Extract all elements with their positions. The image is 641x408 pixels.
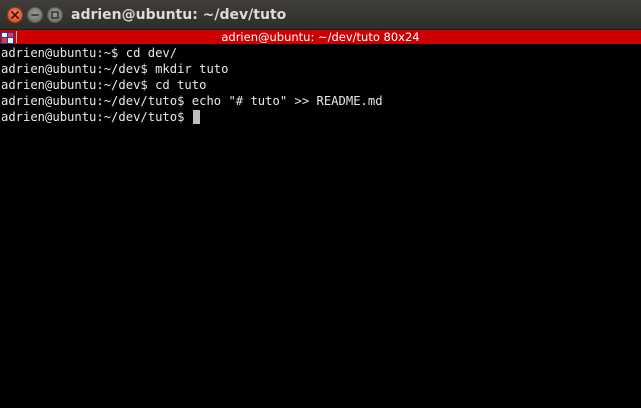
window-title: adrien@ubuntu: ~/dev/tuto	[71, 7, 287, 23]
terminal-prompt-line[interactable]: adrien@ubuntu:~/dev/tuto$	[1, 109, 640, 125]
minimize-button[interactable]	[27, 7, 43, 23]
terminal-line: adrien@ubuntu:~/dev/tuto$ echo "# tuto" …	[1, 94, 383, 108]
terminal-line: adrien@ubuntu:~$ cd dev/	[1, 46, 178, 60]
terminal-tab[interactable]: adrien@ubuntu: ~/dev/tuto 80x24	[0, 30, 641, 44]
title-bar[interactable]: adrien@ubuntu: ~/dev/tuto	[0, 0, 641, 30]
close-button[interactable]	[7, 7, 23, 23]
text-cursor	[192, 110, 200, 124]
maximize-button[interactable]	[47, 7, 63, 23]
tab-title: adrien@ubuntu: ~/dev/tuto 80x24	[221, 30, 420, 44]
terminal-output[interactable]: adrien@ubuntu:~$ cd dev/ adrien@ubuntu:~…	[0, 45, 641, 408]
minimize-icon	[31, 11, 39, 19]
prompt-text: adrien@ubuntu:~/dev/tuto$	[1, 110, 192, 124]
terminal-line: adrien@ubuntu:~/dev$ mkdir tuto	[1, 62, 229, 76]
maximize-icon	[51, 11, 59, 19]
terminal-line: adrien@ubuntu:~/dev$ cd tuto	[1, 78, 207, 92]
terminal-window: adrien@ubuntu: ~/dev/tuto adrien@ubuntu:…	[0, 0, 641, 408]
close-icon	[11, 11, 19, 19]
